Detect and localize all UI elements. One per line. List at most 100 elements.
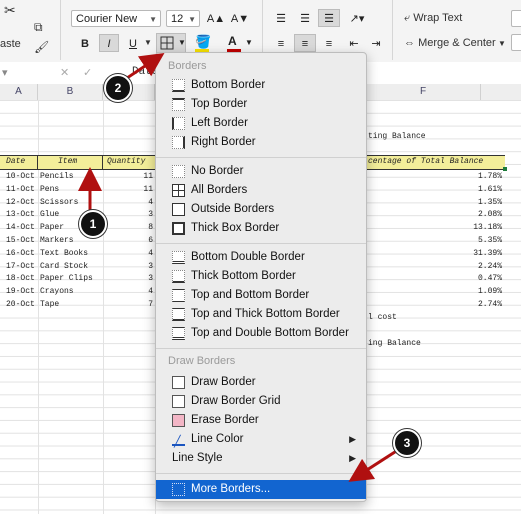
- row-quantity[interactable]: 7: [105, 299, 153, 311]
- paste-button[interactable]: aste: [0, 38, 21, 50]
- row-date[interactable]: 13-Oct: [6, 209, 35, 221]
- italic-button[interactable]: I: [99, 34, 119, 52]
- row-quantity[interactable]: 4: [105, 248, 153, 260]
- align-bottom-button[interactable]: ☰: [318, 9, 340, 27]
- confirm-icon[interactable]: ✓: [83, 66, 92, 79]
- row-date[interactable]: 12-Oct: [6, 197, 35, 209]
- row-item[interactable]: Pencils: [40, 171, 74, 183]
- font-color-button[interactable]: A ▼: [222, 33, 253, 53]
- align-center-button[interactable]: ≡: [294, 34, 316, 52]
- menu-item-erase-border[interactable]: Erase Border: [156, 411, 366, 430]
- row-date[interactable]: 14-Oct: [6, 222, 35, 234]
- row-percentage[interactable]: 2.24%: [368, 261, 502, 273]
- align-middle-button[interactable]: ☰: [294, 9, 316, 27]
- row-percentage[interactable]: 0.47%: [368, 273, 502, 285]
- header-item[interactable]: Item: [58, 156, 77, 168]
- cancel-icon[interactable]: ✕: [60, 66, 69, 79]
- row-date[interactable]: 15-Oct: [6, 235, 35, 247]
- number-format-select[interactable]: [511, 10, 521, 27]
- align-left-button[interactable]: ≡: [270, 34, 292, 52]
- menu-item-outside-borders[interactable]: Outside Borders: [156, 200, 366, 219]
- underline-button[interactable]: U: [123, 34, 143, 52]
- copy-icon[interactable]: ⧉: [34, 20, 43, 35]
- row-percentage[interactable]: 13.18%: [368, 222, 502, 234]
- name-box[interactable]: ▾: [2, 66, 8, 79]
- row-percentage[interactable]: 1.35%: [368, 197, 502, 209]
- font-name-select[interactable]: Courier New ▼: [71, 10, 161, 27]
- borders-button[interactable]: ▼: [156, 33, 186, 53]
- menu-item-top-and-bottom-border[interactable]: Top and Bottom Border: [156, 286, 366, 305]
- row-percentage[interactable]: 1.78%: [368, 171, 502, 183]
- row-date[interactable]: 20-Oct: [6, 299, 35, 311]
- row-quantity[interactable]: 3: [105, 261, 153, 273]
- row-date[interactable]: 18-Oct: [6, 273, 35, 285]
- row-percentage[interactable]: 31.39%: [368, 248, 502, 260]
- menu-item-thick-box-border[interactable]: Thick Box Border: [156, 219, 366, 238]
- column-header-f[interactable]: F: [366, 84, 481, 100]
- row-item[interactable]: Glue: [40, 209, 59, 221]
- column-header-b[interactable]: B: [38, 84, 103, 100]
- format-painter-icon[interactable]: 🖌: [34, 40, 49, 54]
- number-format-currency[interactable]: [511, 34, 521, 51]
- row-percentage[interactable]: 1.61%: [368, 184, 502, 196]
- row-percentage[interactable]: 1.09%: [368, 286, 502, 298]
- menu-item-top-border[interactable]: Top Border: [156, 95, 366, 114]
- orientation-button[interactable]: ↗▾: [344, 9, 370, 27]
- fill-color-button[interactable]: 🪣: [190, 33, 220, 53]
- align-top-button[interactable]: ☰: [270, 9, 292, 27]
- row-percentage[interactable]: 2.74%: [368, 299, 502, 311]
- row-quantity[interactable]: 11: [105, 171, 153, 183]
- row-quantity[interactable]: 6: [105, 235, 153, 247]
- menu-item-no-border[interactable]: No Border: [156, 162, 366, 181]
- menu-item-top-and-double-bottom-border[interactable]: Top and Double Bottom Border: [156, 324, 366, 343]
- shrink-font-button[interactable]: A▼: [229, 9, 251, 27]
- row-item[interactable]: Text Books: [40, 248, 88, 260]
- row-date[interactable]: 16-Oct: [6, 248, 35, 260]
- row-item[interactable]: Markers: [40, 235, 74, 247]
- menu-item-top-and-thick-bottom-border[interactable]: Top and Thick Bottom Border: [156, 305, 366, 324]
- menu-item-more-borders[interactable]: More Borders...: [156, 480, 366, 499]
- menu-item-bottom-double-border[interactable]: Bottom Double Border: [156, 248, 366, 267]
- row-quantity[interactable]: 4: [105, 286, 153, 298]
- bold-button[interactable]: B: [75, 34, 95, 52]
- row-item[interactable]: Scissors: [40, 197, 78, 209]
- align-right-button[interactable]: ≡: [318, 34, 340, 52]
- row-percentage[interactable]: 2.08%: [368, 209, 502, 221]
- menu-item-right-border[interactable]: Right Border: [156, 133, 366, 152]
- row-quantity[interactable]: 3: [105, 273, 153, 285]
- selection-handle[interactable]: [503, 167, 507, 171]
- row-item[interactable]: Crayons: [40, 286, 74, 298]
- row-quantity[interactable]: 3: [105, 209, 153, 221]
- header-date[interactable]: Date: [6, 156, 25, 168]
- row-quantity[interactable]: 4: [105, 197, 153, 209]
- font-size-select[interactable]: 12 ▼: [166, 10, 200, 27]
- menu-item-draw-border-grid[interactable]: Draw Border Grid: [156, 392, 366, 411]
- row-item[interactable]: Paper: [40, 222, 64, 234]
- header-quantity[interactable]: Quantity: [107, 156, 145, 168]
- row-quantity[interactable]: 8: [105, 222, 153, 234]
- row-date[interactable]: 11-Oct: [6, 184, 35, 196]
- column-header-a[interactable]: A: [0, 84, 38, 100]
- row-date[interactable]: 10-Oct: [6, 171, 35, 183]
- menu-item-bottom-border[interactable]: Bottom Border: [156, 76, 366, 95]
- menu-item-line-style[interactable]: Line Style ▶: [156, 449, 366, 468]
- menu-item-left-border[interactable]: Left Border: [156, 114, 366, 133]
- menu-item-line-color[interactable]: ╱ Line Color ▶: [156, 430, 366, 449]
- menu-item-all-borders[interactable]: All Borders: [156, 181, 366, 200]
- row-quantity[interactable]: 11: [105, 184, 153, 196]
- menu-item-thick-bottom-border[interactable]: Thick Bottom Border: [156, 267, 366, 286]
- header-percentage[interactable]: centage of Total Balance: [368, 156, 483, 168]
- merge-center-button[interactable]: ⇔ Merge & Center ▼: [404, 37, 506, 49]
- row-date[interactable]: 19-Oct: [6, 286, 35, 298]
- wrap-text-button[interactable]: ⤶ Wrap Text: [404, 12, 462, 25]
- chevron-down-icon[interactable]: ▼: [144, 38, 152, 47]
- decrease-indent-button[interactable]: ⇤: [344, 34, 364, 52]
- grow-font-button[interactable]: A▲: [205, 9, 227, 27]
- row-item[interactable]: Card Stock: [40, 261, 88, 273]
- row-date[interactable]: 17-Oct: [6, 261, 35, 273]
- row-item[interactable]: Tape: [40, 299, 59, 311]
- menu-item-draw-border[interactable]: Draw Border: [156, 373, 366, 392]
- cut-icon[interactable]: ✂: [4, 2, 16, 19]
- row-percentage[interactable]: 5.35%: [368, 235, 502, 247]
- row-item[interactable]: Pens: [40, 184, 59, 196]
